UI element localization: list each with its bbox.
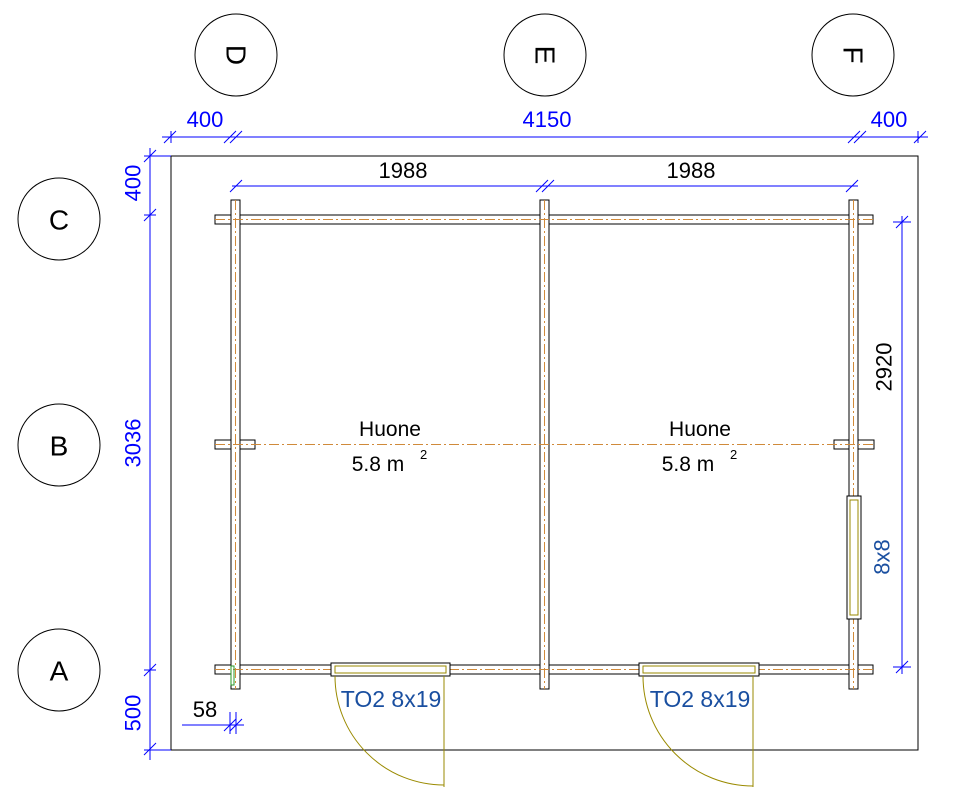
centerlines — [215, 200, 873, 689]
dim-top-main: 4150 — [523, 107, 572, 132]
door-left[interactable] — [330, 662, 451, 787]
floor-plan-drawing: D E F C B A 400 4150 400 1988 1988 400 3… — [17, 13, 928, 787]
room-area-right-value: 5.8 m — [662, 453, 715, 476]
grid-bubble-e: E — [503, 13, 587, 97]
top-dimension-line — [162, 130, 928, 144]
grid-bubble-c: C — [17, 177, 101, 261]
grid-bubble-a: A — [17, 628, 101, 712]
room-area-left-sup: 2 — [420, 447, 427, 462]
dim-inner-right: 1988 — [667, 158, 716, 183]
grid-bubble-b: B — [17, 403, 101, 487]
door-label-left: TO2 8x19 — [341, 686, 442, 712]
room-area-left: 5.8 m — [352, 453, 405, 476]
room-name-right: Huone — [669, 418, 731, 441]
window-label: 8x8 — [870, 539, 895, 574]
dim-right-height: 2920 — [872, 343, 897, 392]
dim-top-outer-right: 400 — [871, 107, 908, 132]
grid-bubble-f: F — [811, 13, 895, 97]
dim-bottom-corner: 58 — [193, 697, 217, 722]
grid-bubble-d: D — [194, 13, 278, 97]
room-area-right: 5.8 m — [662, 453, 715, 476]
dim-left-main: 3036 — [121, 419, 146, 468]
grid-label-a: A — [50, 656, 69, 687]
dim-left-bottom: 500 — [121, 695, 146, 732]
left-dimension-line — [143, 148, 171, 760]
grid-label-d: D — [221, 45, 252, 65]
dim-inner-left: 1988 — [379, 158, 428, 183]
dim-top-outer-left: 400 — [187, 107, 224, 132]
grid-label-f: F — [838, 46, 869, 63]
inner-dimension-line — [229, 179, 859, 193]
grid-label-e: E — [530, 46, 561, 65]
right-dimension-line — [893, 215, 911, 674]
room-name-left: Huone — [359, 418, 421, 441]
room-area-right-sup: 2 — [730, 447, 737, 462]
door-right[interactable] — [638, 662, 760, 787]
window-right[interactable] — [846, 495, 862, 620]
room-area-left-value: 5.8 m — [352, 453, 405, 476]
door-label-right: TO2 8x19 — [650, 686, 751, 712]
grid-label-b: B — [50, 431, 69, 462]
grid-label-c: C — [49, 205, 69, 236]
dim-left-top: 400 — [121, 165, 146, 202]
